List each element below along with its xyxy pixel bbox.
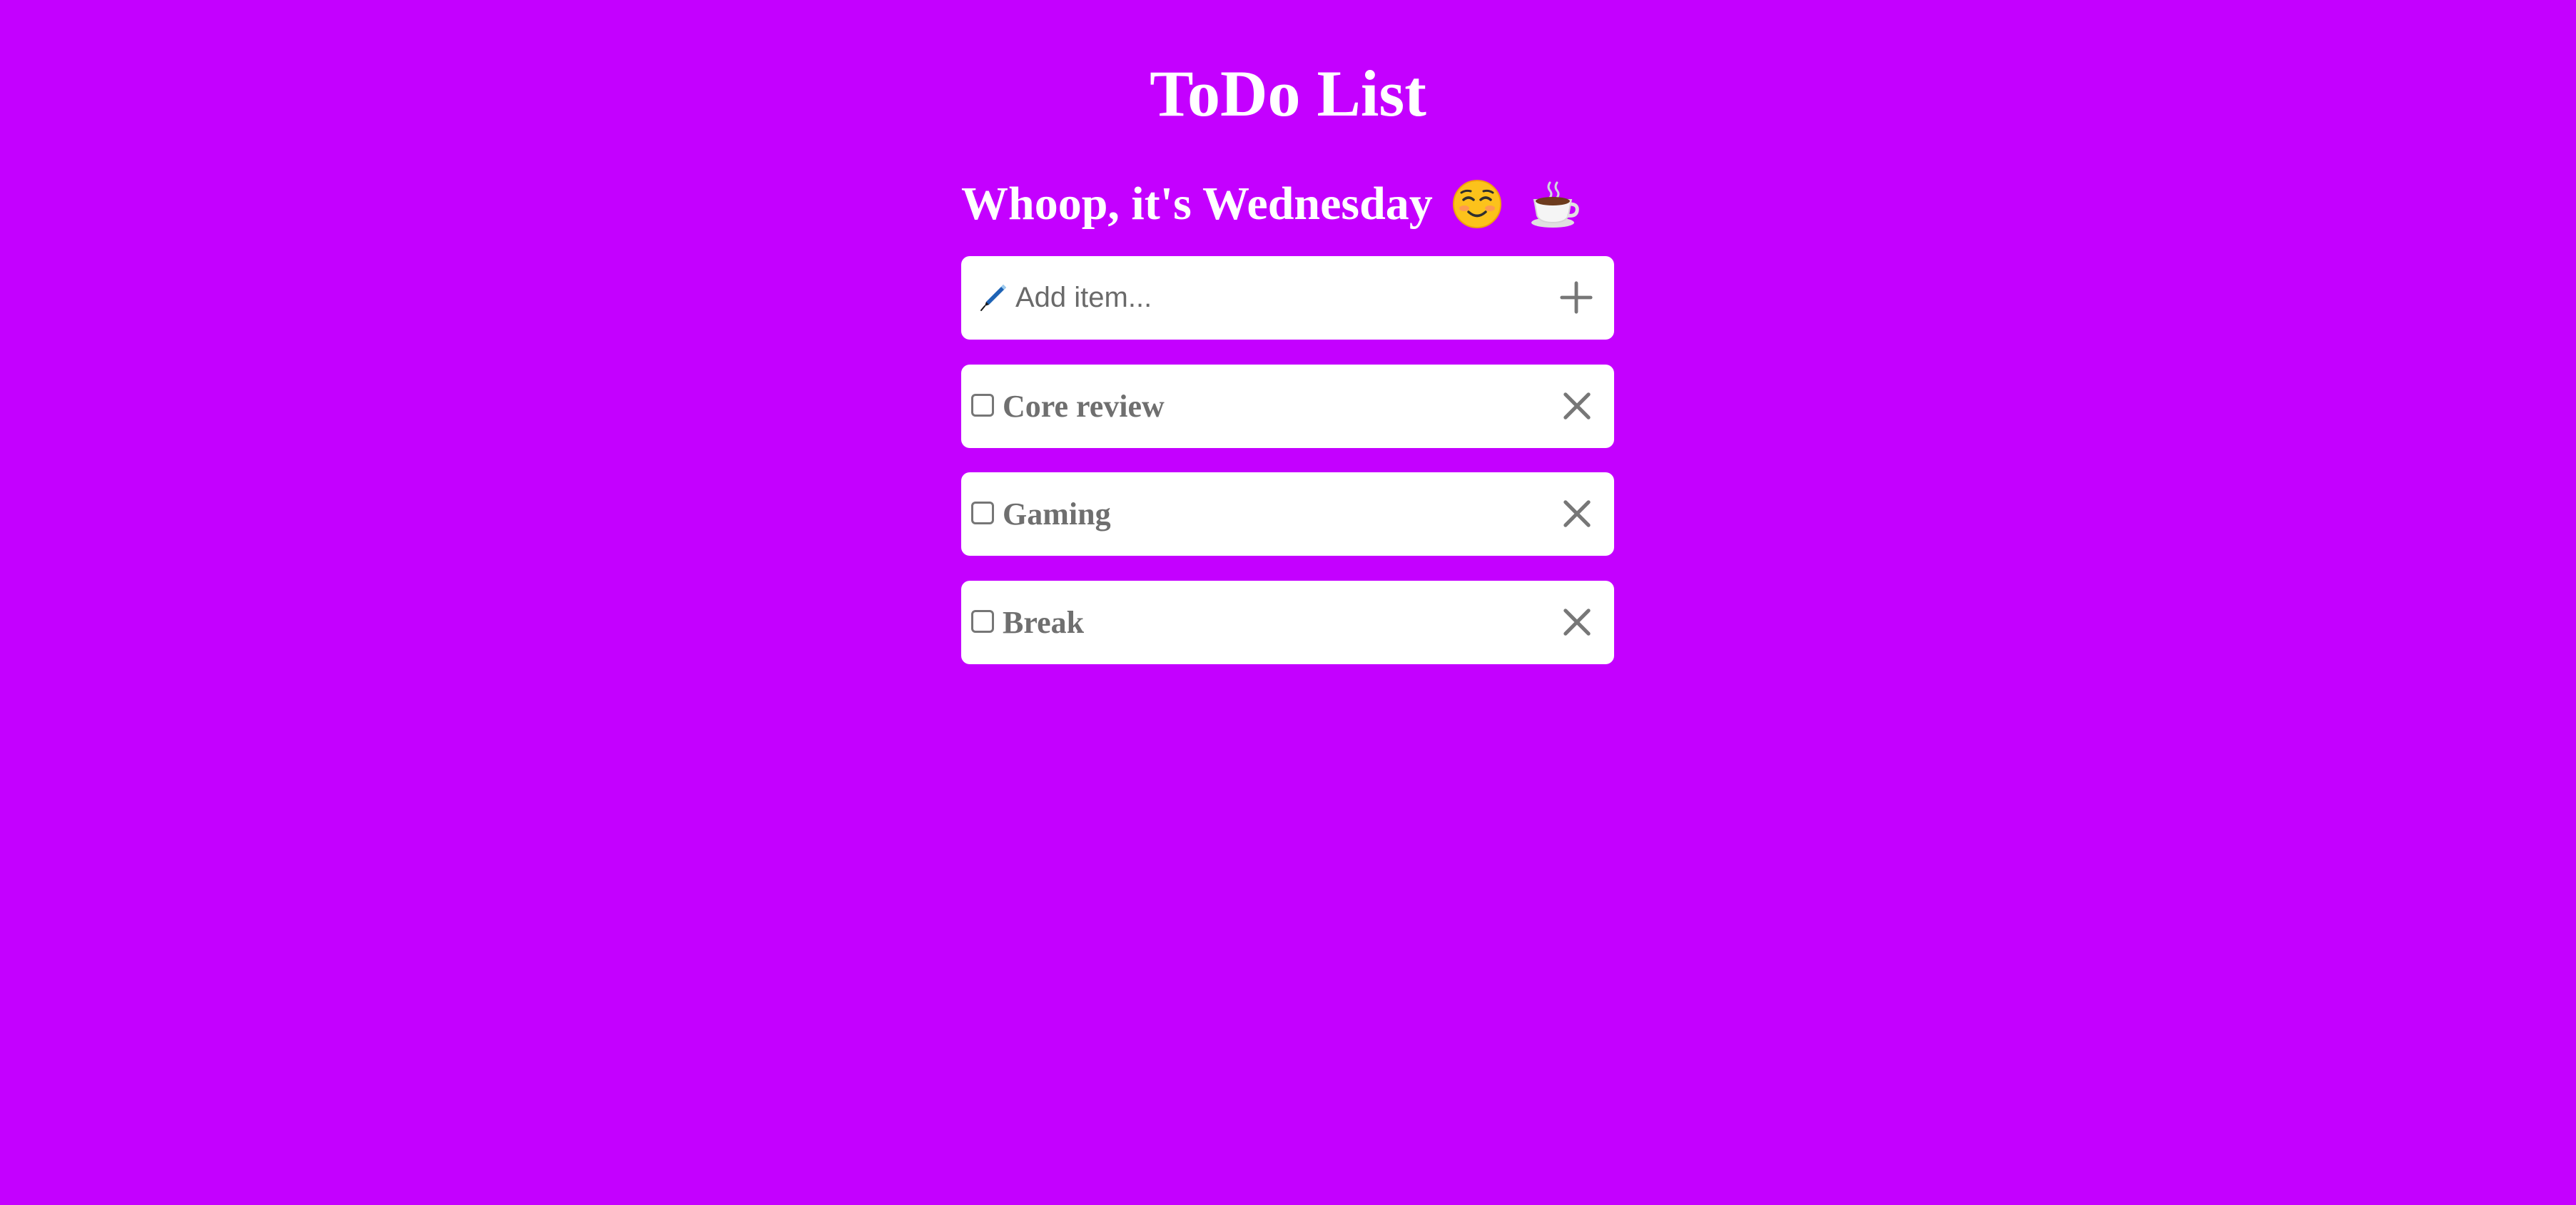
plus-icon	[1560, 281, 1593, 314]
smiling-face-icon	[1451, 178, 1503, 230]
item-checkbox[interactable]	[971, 394, 994, 417]
item-label: Break	[1003, 605, 1085, 640]
delete-item-button[interactable]	[1556, 601, 1598, 644]
item-checkbox[interactable]	[971, 610, 994, 633]
item-label: Gaming	[1003, 497, 1111, 532]
add-item-bar	[961, 256, 1614, 340]
pen-icon	[978, 282, 1009, 313]
add-item-input[interactable]	[1015, 270, 1529, 325]
add-item-button[interactable]	[1554, 275, 1598, 320]
close-icon	[1563, 609, 1591, 636]
item-checkbox[interactable]	[971, 502, 994, 524]
todo-item: Break	[961, 581, 1614, 664]
todo-item: Core review	[961, 365, 1614, 448]
item-label: Core review	[1003, 389, 1165, 424]
hot-beverage-icon	[1528, 178, 1580, 230]
delete-item-button[interactable]	[1556, 492, 1598, 535]
greeting-heading: Whoop, it's Wednesday	[961, 168, 1580, 240]
page-title: ToDo List	[1150, 57, 1426, 130]
delete-item-button[interactable]	[1556, 385, 1598, 427]
close-icon	[1563, 392, 1591, 420]
greeting-text: Whoop, it's Wednesday	[961, 178, 1433, 230]
todo-item: Gaming	[961, 472, 1614, 556]
close-icon	[1563, 500, 1591, 527]
